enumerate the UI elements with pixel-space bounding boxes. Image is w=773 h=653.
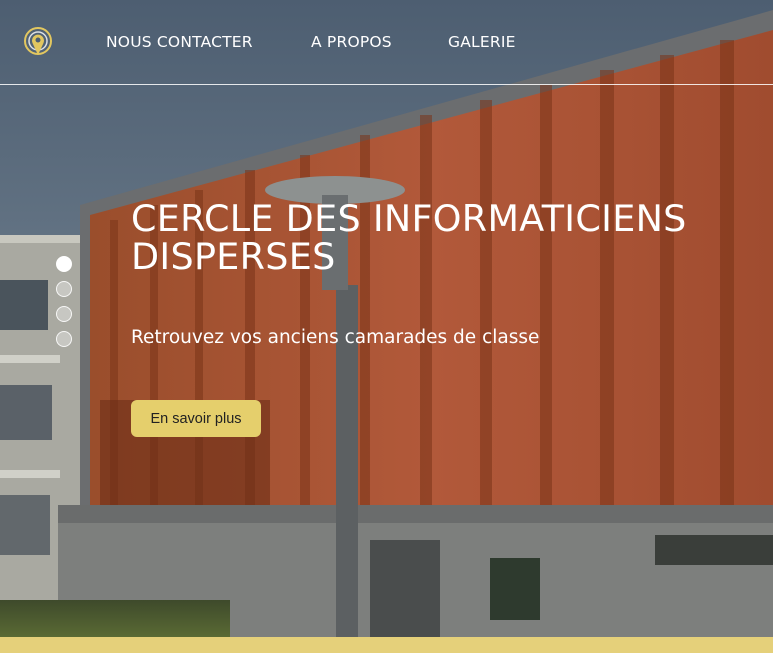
learn-more-button[interactable]: En savoir plus (131, 400, 261, 437)
hero-section: NOUS CONTACTER A PROPOS GALERIE CERCLE D… (0, 0, 773, 653)
slider-dot-4[interactable] (56, 331, 72, 347)
slider-dot-3[interactable] (56, 306, 72, 322)
hero-subtitle: Retrouvez vos anciens camarades de class… (131, 327, 540, 348)
bottom-accent-bar (0, 637, 773, 653)
nav-link-galerie[interactable]: GALERIE (448, 33, 516, 51)
hero-title: CERCLE DES INFORMATICIENS DISPERSES (131, 197, 687, 278)
slider-dot-1[interactable] (56, 256, 72, 272)
top-navbar: NOUS CONTACTER A PROPOS GALERIE (0, 0, 773, 85)
nav-link-a-propos[interactable]: A PROPOS (311, 33, 392, 51)
slider-dot-2[interactable] (56, 281, 72, 297)
pin-target-logo-icon[interactable] (23, 26, 53, 58)
nav-link-nous-contacter[interactable]: NOUS CONTACTER (106, 33, 253, 51)
